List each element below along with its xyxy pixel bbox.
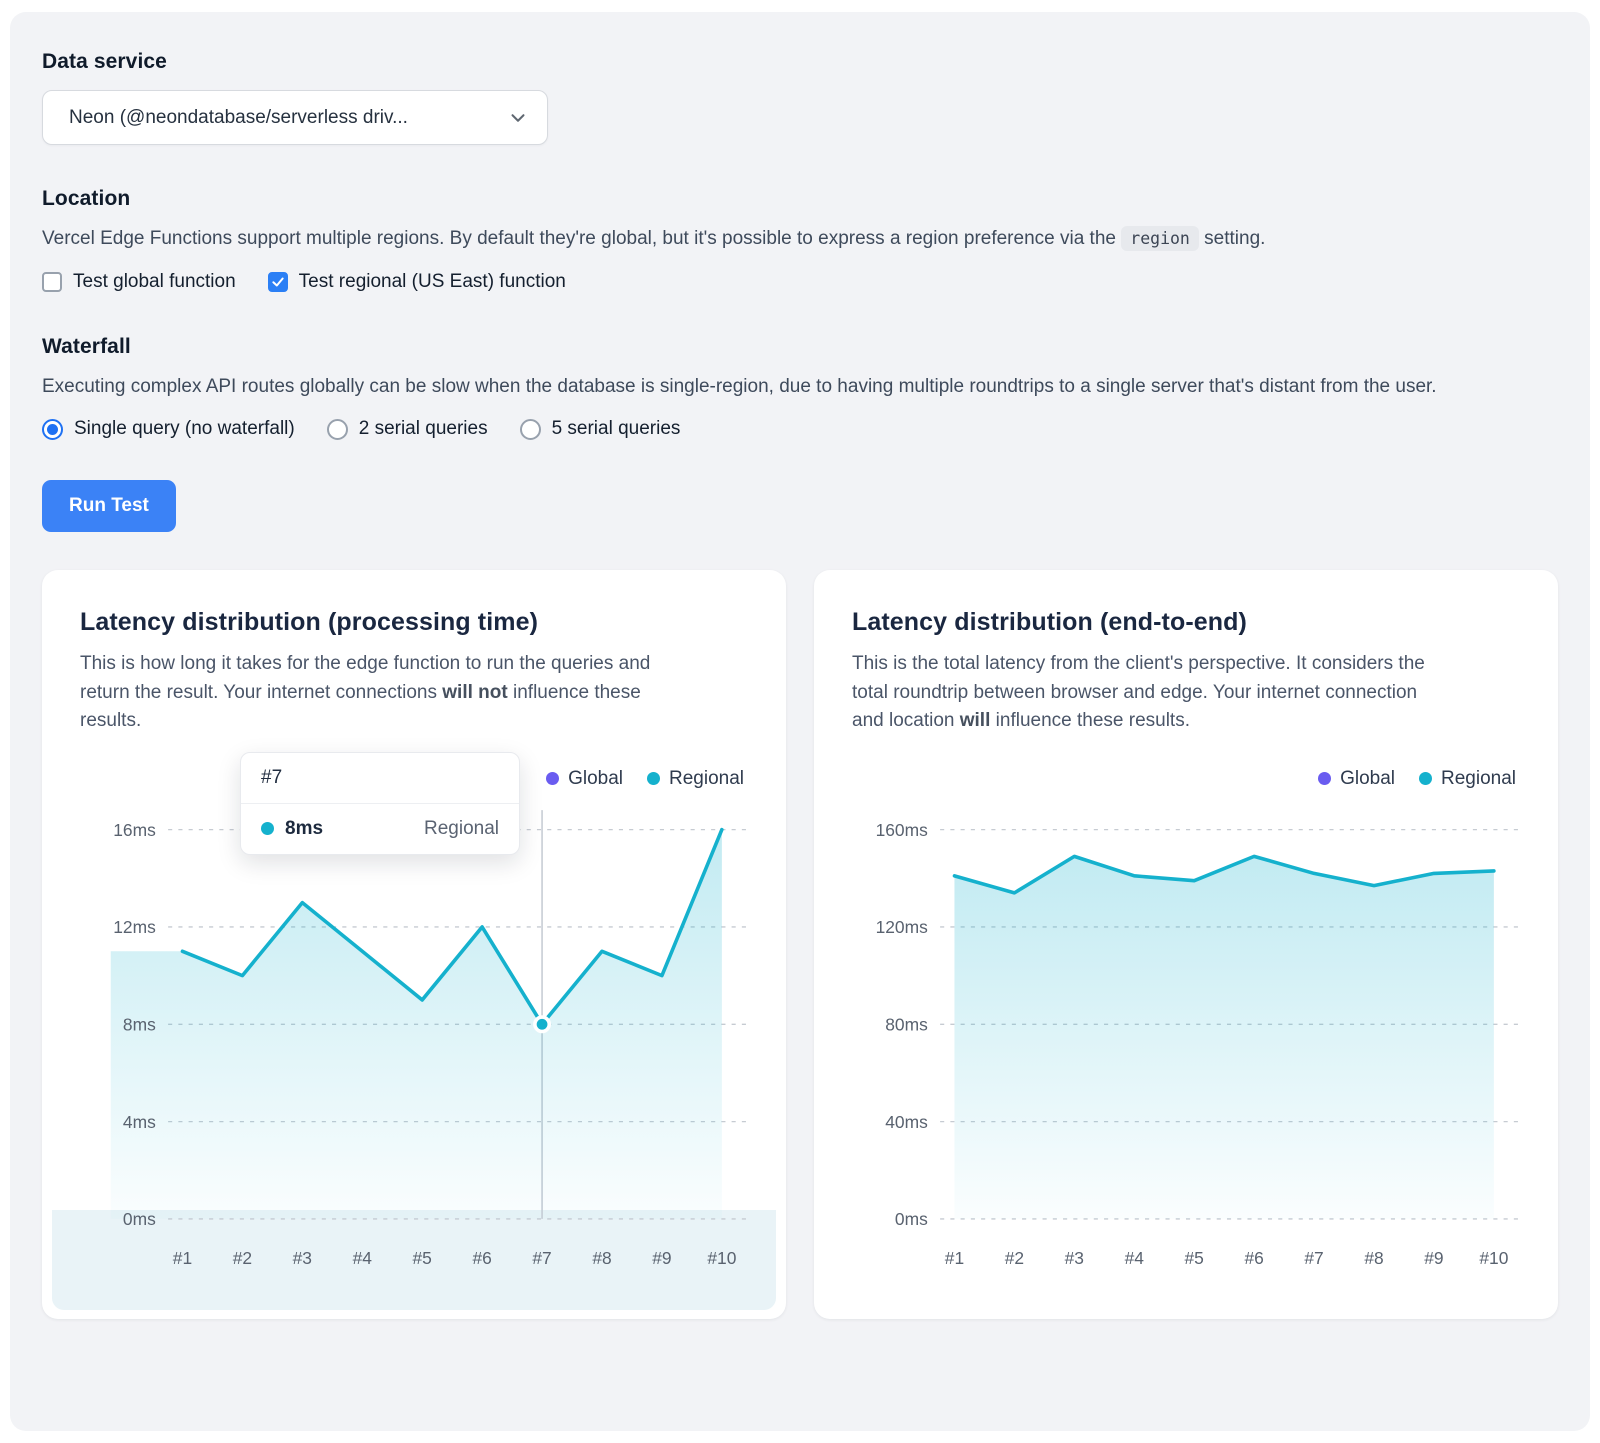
svg-text:#5: #5 <box>413 1248 432 1268</box>
radio-icon <box>327 419 348 440</box>
svg-text:40ms: 40ms <box>885 1111 928 1131</box>
tooltip-series: Regional <box>424 818 499 840</box>
svg-text:#7: #7 <box>1304 1248 1323 1268</box>
svg-text:8ms: 8ms <box>123 1014 156 1034</box>
legend-label: Global <box>1340 768 1395 790</box>
svg-text:120ms: 120ms <box>876 917 929 937</box>
location-description: Vercel Edge Functions support multiple r… <box>42 225 1542 253</box>
svg-text:#3: #3 <box>1065 1248 1084 1268</box>
card-description: This is how long it takes for the edge f… <box>80 650 660 736</box>
checkbox-checked-icon <box>268 272 288 292</box>
latency-end-to-end-chart-canvas[interactable]: 160ms 120ms 80ms 40ms 0ms #1 #2 #3 #4 #5 #6 #7 #8 #9 #… <box>852 804 1520 1286</box>
svg-text:4ms: 4ms <box>123 1111 156 1131</box>
svg-text:#7: #7 <box>532 1248 551 1268</box>
chevron-down-icon <box>507 107 529 129</box>
checkbox-label: Test regional (US East) function <box>299 271 566 293</box>
radio-label: Single query (no waterfall) <box>74 418 295 440</box>
chart-tooltip: #7 8ms Regional <box>240 752 520 855</box>
legend-item-regional: Regional <box>647 768 744 790</box>
card-title: Latency distribution (end-to-end) <box>852 608 1520 637</box>
main-panel: Data service Neon (@neondatabase/serverl… <box>10 12 1590 1431</box>
svg-text:#4: #4 <box>1125 1248 1145 1268</box>
radio-label: 2 serial queries <box>359 418 488 440</box>
run-test-button[interactable]: Run Test <box>42 480 176 532</box>
card-description: This is the total latency from the clien… <box>852 650 1432 736</box>
data-service-select[interactable]: Neon (@neondatabase/serverless driv... <box>42 90 548 145</box>
radio-selected-icon <box>42 419 63 440</box>
svg-text:#10: #10 <box>707 1248 736 1268</box>
svg-text:16ms: 16ms <box>113 819 156 839</box>
svg-text:#8: #8 <box>592 1248 611 1268</box>
radio-2-serial-queries[interactable]: 2 serial queries <box>327 418 488 440</box>
results-cards: Latency distribution (processing time) T… <box>10 570 1590 1319</box>
svg-text:#2: #2 <box>1005 1248 1024 1268</box>
regional-dot-icon <box>647 772 660 785</box>
svg-text:#1: #1 <box>945 1248 964 1268</box>
checkbox-unchecked-icon <box>42 272 62 292</box>
latency-processing-chart-canvas[interactable]: 16ms 12ms 8ms 4ms 0ms #1 #2 #3 #4 #5 #6 #7 #8 #9 #10 <box>80 804 748 1286</box>
svg-text:#10: #10 <box>1479 1248 1508 1268</box>
svg-text:80ms: 80ms <box>885 1014 928 1034</box>
checkbox-test-global-function[interactable]: Test global function <box>42 271 236 293</box>
svg-text:160ms: 160ms <box>876 819 929 839</box>
processing-time-card: Latency distribution (processing time) T… <box>42 570 786 1319</box>
svg-text:0ms: 0ms <box>123 1209 156 1229</box>
global-dot-icon <box>546 772 559 785</box>
waterfall-description: Executing complex API routes globally ca… <box>42 373 1542 401</box>
global-dot-icon <box>1318 772 1331 785</box>
checkbox-test-regional-function[interactable]: Test regional (US East) function <box>268 271 566 293</box>
svg-text:#8: #8 <box>1364 1248 1383 1268</box>
data-service-selected-value: Neon (@neondatabase/serverless driv... <box>69 107 408 129</box>
legend-label: Regional <box>669 768 744 790</box>
svg-text:#4: #4 <box>353 1248 373 1268</box>
regional-dot-icon <box>261 822 274 835</box>
legend-item-regional: Regional <box>1419 768 1516 790</box>
radio-icon <box>520 419 541 440</box>
radio-5-serial-queries[interactable]: 5 serial queries <box>520 418 681 440</box>
radio-label: 5 serial queries <box>552 418 681 440</box>
legend-label: Regional <box>1441 768 1516 790</box>
waterfall-heading: Waterfall <box>42 335 1558 359</box>
radio-single-query[interactable]: Single query (no waterfall) <box>42 418 295 440</box>
tooltip-value: 8ms <box>285 818 323 840</box>
svg-text:#2: #2 <box>233 1248 252 1268</box>
location-section: Location Vercel Edge Functions support m… <box>42 187 1558 293</box>
card-title: Latency distribution (processing time) <box>80 608 748 637</box>
tooltip-row: 8ms Regional <box>241 804 519 854</box>
processing-time-chart: Global Regional 16ms 12ms 8ms 4ms 0ms #1 #2 #3 #… <box>80 766 748 1286</box>
location-checkbox-row: Test global function Test regional (US E… <box>42 271 1558 293</box>
legend-label: Global <box>568 768 623 790</box>
svg-text:#6: #6 <box>472 1248 491 1268</box>
svg-text:#6: #6 <box>1244 1248 1263 1268</box>
svg-text:12ms: 12ms <box>113 917 156 937</box>
end-to-end-card: Latency distribution (end-to-end) This i… <box>814 570 1558 1319</box>
svg-text:#3: #3 <box>293 1248 312 1268</box>
svg-text:0ms: 0ms <box>895 1209 928 1229</box>
waterfall-radio-row: Single query (no waterfall) 2 serial que… <box>42 418 1558 440</box>
waterfall-section: Waterfall Executing complex API routes g… <box>42 335 1558 441</box>
checkbox-label: Test global function <box>73 271 236 293</box>
end-to-end-chart: Global Regional 160ms 120ms 80ms 40ms 0ms #1 #… <box>852 766 1520 1286</box>
data-service-heading: Data service <box>42 50 1558 74</box>
chart-legend: Global Regional <box>852 766 1520 792</box>
tooltip-title: #7 <box>241 753 519 804</box>
legend-item-global: Global <box>1318 768 1395 790</box>
svg-text:#9: #9 <box>652 1248 671 1268</box>
test-config-form: Data service Neon (@neondatabase/serverl… <box>10 12 1590 532</box>
svg-text:#1: #1 <box>173 1248 192 1268</box>
svg-text:#9: #9 <box>1424 1248 1443 1268</box>
regional-dot-icon <box>1419 772 1432 785</box>
svg-text:#5: #5 <box>1185 1248 1204 1268</box>
legend-item-global: Global <box>546 768 623 790</box>
location-heading: Location <box>42 187 1558 211</box>
